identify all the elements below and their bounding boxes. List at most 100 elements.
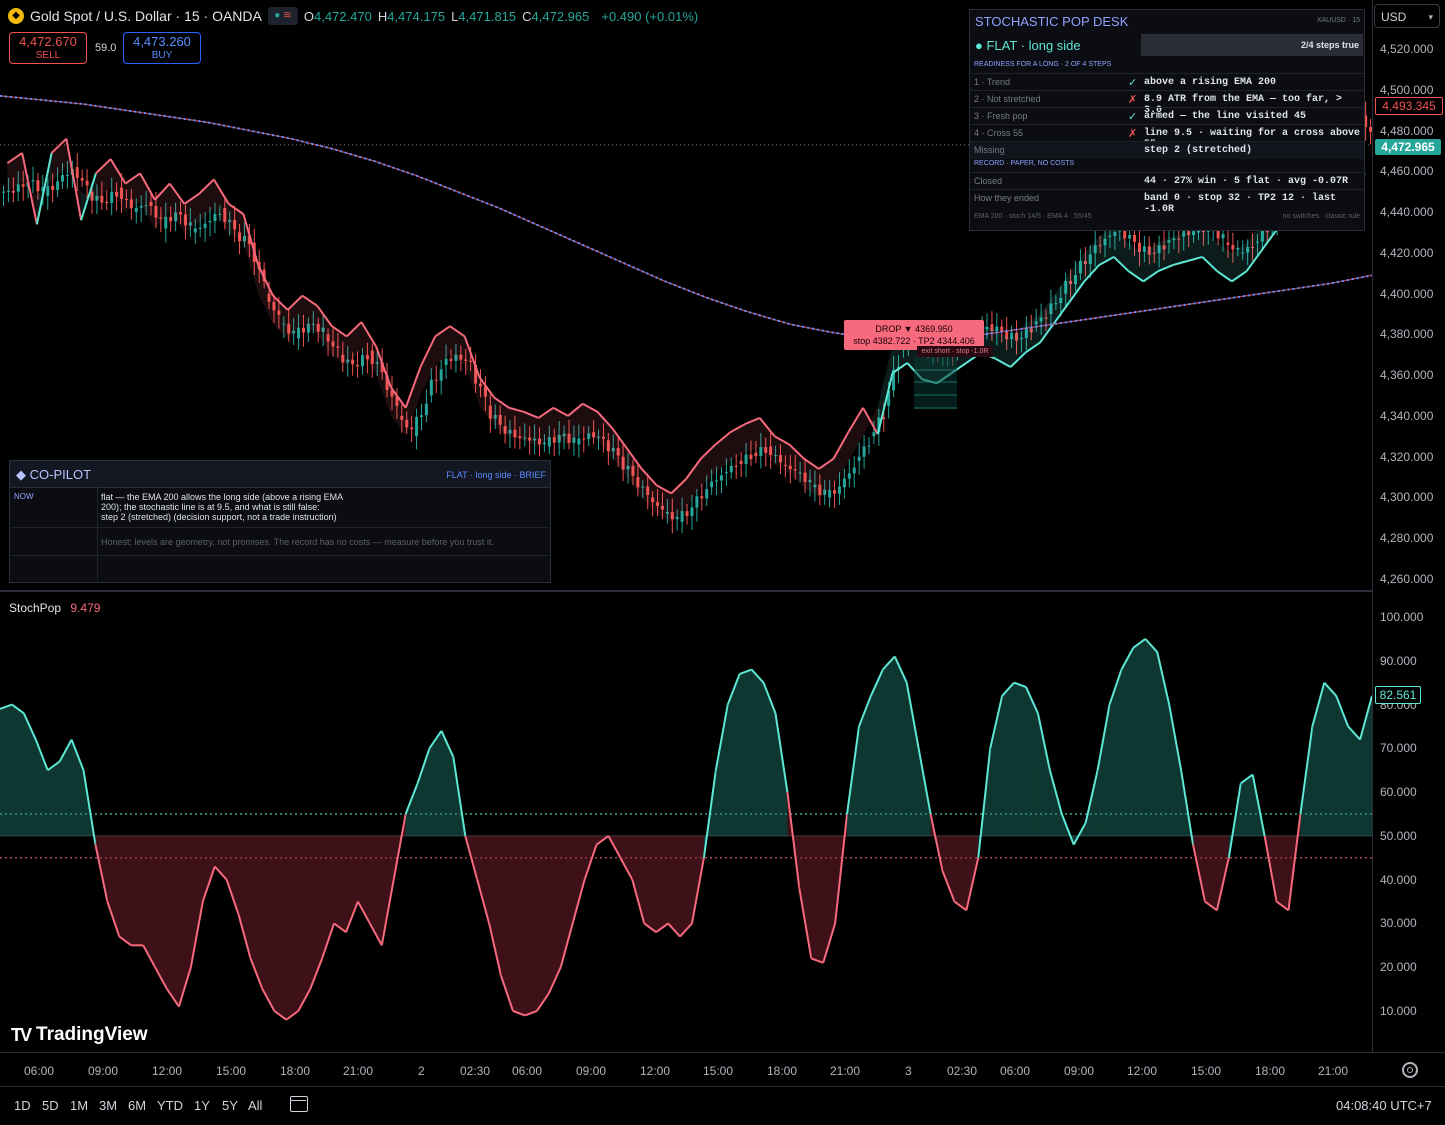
candle-body: [729, 465, 733, 473]
candle-body: [582, 438, 586, 440]
desk-row-value: armed — the line visited 45: [1144, 111, 1307, 122]
copilot-honest-text: Honest: levels are geometry, not promise…: [101, 537, 494, 547]
candle-body: [685, 511, 689, 516]
copilot-panel: ◆ CO-PILOT FLAT · long side · BRIEF NOW …: [9, 460, 551, 583]
date-range-icon[interactable]: [290, 1096, 308, 1112]
range-button-all[interactable]: All: [248, 1098, 262, 1113]
chevron-down-icon: ▾: [1428, 12, 1433, 22]
change-value: +0.490 (+0.01%): [601, 8, 699, 24]
price-axis[interactable]: [1372, 0, 1445, 1052]
candle-body: [193, 228, 197, 233]
osc-fill: [274, 835, 287, 1020]
candle-body: [105, 201, 109, 203]
candle-body: [734, 465, 738, 467]
osc-fill: [357, 835, 370, 924]
candle-body: [410, 427, 414, 430]
time-tick-label: 2: [418, 1064, 425, 1078]
range-button-6m[interactable]: 6M: [128, 1098, 146, 1113]
osc-tick-label: 10.000: [1380, 1004, 1417, 1018]
osc-fill: [1276, 835, 1289, 911]
ohlc-l: L4,471.815: [451, 8, 517, 24]
osc-fill: [131, 835, 144, 946]
candle-body: [724, 472, 728, 474]
time-tick-label: 06:00: [1000, 1064, 1031, 1078]
range-button-1d[interactable]: 1D: [14, 1098, 31, 1113]
desk-record-label: How they ended: [974, 193, 1040, 203]
candle-body: [444, 358, 448, 365]
osc-title: StochPop: [9, 601, 62, 615]
candle-body: [415, 416, 419, 437]
currency-selector[interactable]: USD ▾: [1374, 4, 1440, 28]
sell-button[interactable]: 4,472.670 SELL: [9, 32, 87, 64]
candle-body: [833, 490, 837, 494]
candle-body: [847, 473, 851, 479]
range-button-1y[interactable]: 1Y: [194, 1098, 210, 1113]
range-button-ytd[interactable]: YTD: [157, 1098, 183, 1113]
band-fill: [508, 407, 524, 441]
candle-body: [577, 438, 581, 445]
currency-label: USD: [1381, 10, 1407, 24]
range-button-3m[interactable]: 3M: [99, 1098, 117, 1113]
candle-body: [1000, 326, 1004, 332]
sell-price: 4,472.670: [19, 34, 77, 49]
osc-fill: [1324, 682, 1337, 836]
stochpop-chart[interactable]: [0, 592, 1445, 1052]
symbol-title[interactable]: Gold Spot / U.S. Dollar · 15 · OANDA: [30, 8, 262, 24]
candle-body: [1221, 234, 1225, 239]
candle-body: [2, 191, 5, 193]
osc-tick-label: 30.000: [1380, 916, 1417, 931]
time-tick-label: 21:00: [1318, 1064, 1349, 1078]
candle-body: [1231, 244, 1235, 250]
range-button-1m[interactable]: 1M: [70, 1098, 88, 1113]
osc-fill: [1169, 704, 1182, 836]
osc-fill: [715, 704, 728, 836]
desk-record-value: band 0 · stop 32 · TP2 12 · last -1.0R: [1144, 193, 1337, 215]
candle-body: [675, 516, 679, 520]
candle-body: [134, 207, 138, 213]
buy-button[interactable]: 4,473.260 BUY: [123, 32, 201, 64]
osc-fill: [536, 835, 549, 1011]
osc-fill: [513, 835, 525, 1016]
osc-fill: [1037, 713, 1050, 836]
desk-footer-left: EMA 200 · stoch 14/5 · EMA 4 · 55/45: [974, 213, 1092, 220]
osc-tick-label: 20.000: [1380, 960, 1417, 975]
candle-body: [56, 181, 60, 190]
check-icon: ✓: [1128, 77, 1138, 89]
osc-fill: [870, 669, 883, 836]
clock[interactable]: 04:08:40 UTC+7: [1336, 1098, 1432, 1113]
desk-symbol-tag: XAUUSD · 15: [1316, 17, 1360, 24]
osc-value-tag: 82.561: [1375, 686, 1421, 704]
price-tick-label: 4,520.000: [1380, 42, 1434, 56]
desk-row-2: 2 · Not stretched ✗ 8.9 ATR from the EMA —…: [970, 90, 1364, 116]
copilot-now-label: NOW: [14, 492, 34, 501]
desk-row-label: 2 · Not stretched: [974, 94, 1041, 104]
osc-fill: [0, 704, 12, 836]
osc-fill: [155, 835, 168, 990]
tradingview-logo[interactable]: TV TradingView: [11, 1024, 148, 1046]
candle-body: [356, 364, 360, 367]
osc-fill: [644, 835, 657, 933]
candle-body: [51, 185, 55, 190]
candle-body: [1133, 234, 1137, 242]
desk-readiness-header: READINESS FOR A LONG · 2 OF 4 STEPS: [974, 61, 1112, 68]
desk-steps-bar: 2/4 steps true: [1141, 34, 1363, 56]
market-status-icon[interactable]: ● ≋: [267, 7, 298, 25]
candle-body: [360, 355, 364, 367]
osc-title-row[interactable]: StochPop 9.479: [9, 601, 100, 615]
settings-gear-icon[interactable]: [1402, 1062, 1418, 1078]
range-button-5d[interactable]: 5D: [42, 1098, 59, 1113]
candle-body: [164, 216, 168, 229]
osc-fill: [632, 835, 645, 924]
candle-body: [719, 475, 723, 481]
range-button-5y[interactable]: 5Y: [222, 1098, 238, 1113]
candle-body: [754, 452, 758, 457]
desk-row-value: step 2 (stretched): [1144, 145, 1253, 156]
osc-fill: [1002, 682, 1015, 836]
candle-body: [857, 456, 861, 461]
candle-body: [690, 507, 694, 516]
time-tick-label: 15:00: [216, 1064, 247, 1078]
candle-body: [85, 180, 89, 186]
osc-fill: [59, 739, 72, 836]
tradingview-brand: TradingView: [36, 1024, 148, 1045]
copilot-label-column: [97, 487, 98, 582]
